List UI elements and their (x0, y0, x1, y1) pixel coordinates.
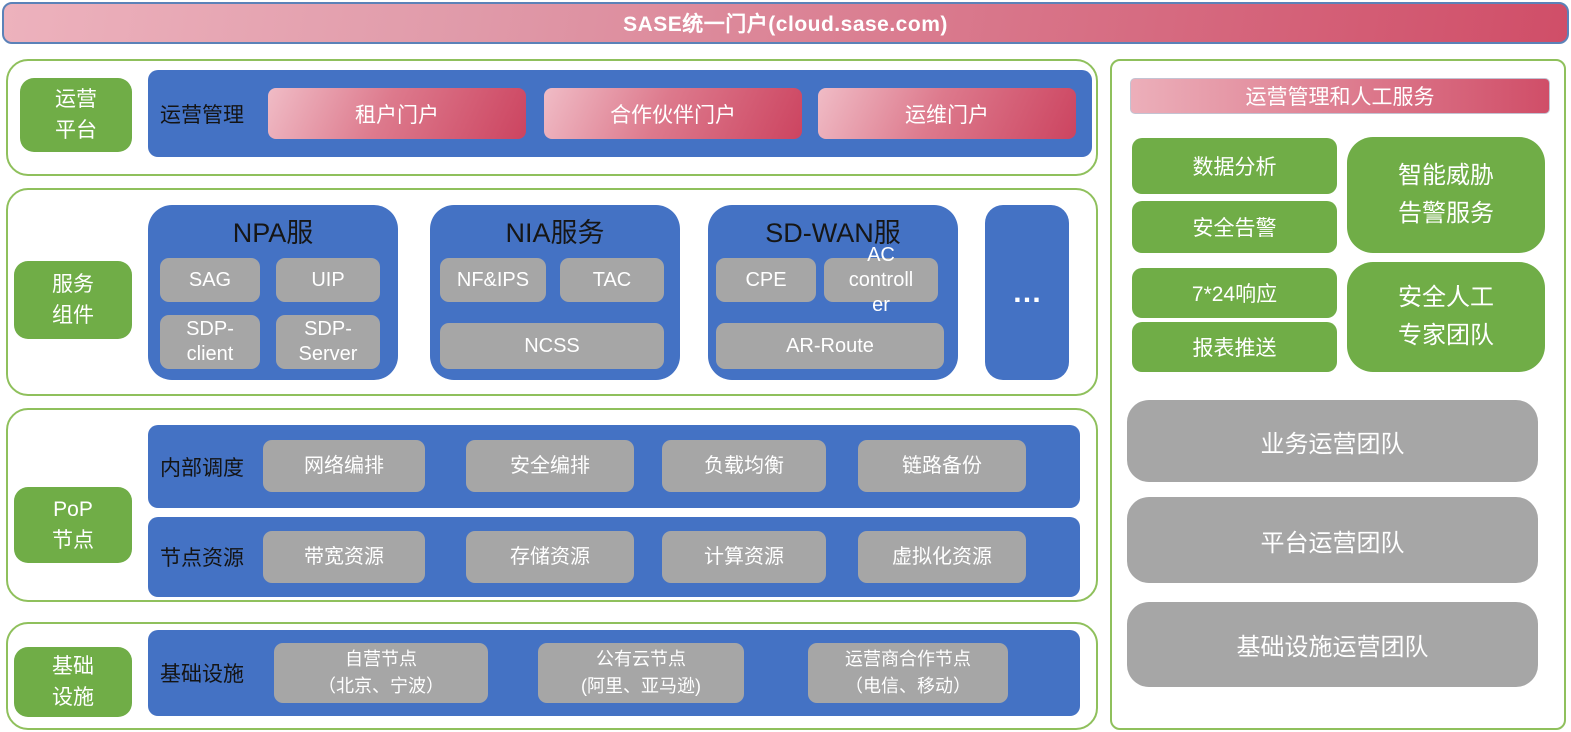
layer-infrastructure: 基础 设施 基础设施 自营节点 （北京、宁波） 公有云节点 (阿里、亚马逊) 运… (6, 622, 1098, 730)
ops-portal-box: 运维门户 (818, 88, 1076, 139)
chip-carrier-partner-nodes: 运营商合作节点 （电信、移动） (808, 643, 1008, 703)
chip-load-balancing: 负载均衡 (662, 440, 826, 492)
chip-compute-resources: 计算资源 (662, 531, 826, 583)
layer-operation-platform: 运营 平台 运营管理 租户门户 合作伙伴门户 运维门户 (6, 59, 1098, 176)
chip-sag: SAG (160, 258, 260, 302)
ops-services-panel: 运营管理和人工服务 数据分析 安全告警 7*24响应 报表推送 智能威胁 告警服… (1110, 59, 1566, 730)
chip-tac: TAC (560, 258, 664, 302)
service-item-report-push: 报表推送 (1132, 322, 1337, 372)
layer-label-pop-nodes: PoP 节点 (14, 487, 132, 563)
chip-ac-controller: AC controll er (824, 258, 938, 302)
node-resources-bar: 节点资源 带宽资源 存储资源 计算资源 虚拟化资源 (148, 517, 1080, 597)
chip-network-orchestration: 网络编排 (263, 440, 425, 492)
team-infrastructure-operations: 基础设施运营团队 (1127, 602, 1538, 687)
card-nia-title: NIA服务 (430, 211, 680, 250)
chip-uip: UIP (276, 258, 380, 302)
layer-label-service-components: 服务 组件 (14, 261, 132, 339)
layer-service-components: 服务 组件 NPA服 SAG UIP SDP- client SDP- Serv… (6, 188, 1098, 396)
team-platform-operations: 平台运营团队 (1127, 497, 1538, 583)
ops-services-header: 运营管理和人工服务 (1130, 78, 1550, 114)
chip-cpe: CPE (716, 258, 816, 302)
chip-ar-route: AR-Route (716, 323, 944, 369)
chip-ncss: NCSS (440, 323, 664, 369)
portal-title-banner: SASE统一门户(cloud.sase.com) (2, 2, 1569, 44)
chip-sdp-server: SDP- Server (276, 315, 380, 369)
infrastructure-bar: 基础设施 自营节点 （北京、宁波） 公有云节点 (阿里、亚马逊) 运营商合作节点… (148, 630, 1080, 716)
team-business-operations: 业务运营团队 (1127, 400, 1538, 482)
card-more-services: … (985, 205, 1069, 380)
operation-management-label: 运营管理 (160, 99, 244, 129)
partner-portal-box: 合作伙伴门户 (544, 88, 802, 139)
layer-pop-nodes: PoP 节点 内部调度 网络编排 安全编排 负载均衡 链路备份 节点资源 带宽资… (6, 408, 1098, 602)
card-nia: NIA服务 NF&IPS TAC NCSS (430, 205, 680, 380)
chip-virtualization-resources: 虚拟化资源 (858, 531, 1026, 583)
service-item-7x24-response: 7*24响应 (1132, 268, 1337, 318)
card-npa: NPA服 SAG UIP SDP- client SDP- Server (148, 205, 398, 380)
chip-sdp-client: SDP- client (160, 315, 260, 369)
chip-bandwidth-resources: 带宽资源 (263, 531, 425, 583)
internal-scheduling-label: 内部调度 (160, 452, 244, 482)
portal-title: SASE统一门户(cloud.sase.com) (623, 8, 948, 38)
chip-security-orchestration: 安全编排 (466, 440, 634, 492)
chip-public-cloud-nodes: 公有云节点 (阿里、亚马逊) (538, 643, 744, 703)
card-sd-wan: SD-WAN服 CPE AC controll er AR-Route (708, 205, 958, 380)
card-sd-wan-title: SD-WAN服 (708, 211, 958, 250)
operation-management-bar: 运营管理 租户门户 合作伙伴门户 运维门户 (148, 70, 1092, 157)
layer-label-operation-platform: 运营 平台 (20, 78, 132, 152)
service-item-security-expert-team: 安全人工 专家团队 (1347, 262, 1545, 372)
card-npa-title: NPA服 (148, 211, 398, 250)
more-services-ellipsis: … (985, 205, 1069, 380)
chip-storage-resources: 存储资源 (466, 531, 634, 583)
node-resources-label: 节点资源 (160, 542, 244, 572)
service-item-security-alerts: 安全告警 (1132, 201, 1337, 253)
tenant-portal-box: 租户门户 (268, 88, 526, 139)
layer-label-infrastructure: 基础 设施 (14, 647, 132, 717)
service-item-intelligent-threat-alert: 智能威胁 告警服务 (1347, 137, 1545, 253)
infrastructure-bar-label: 基础设施 (160, 658, 244, 688)
service-item-data-analysis: 数据分析 (1132, 138, 1337, 194)
chip-link-backup: 链路备份 (858, 440, 1026, 492)
sase-architecture-diagram: SASE统一门户(cloud.sase.com) 运营 平台 运营管理 租户门户… (0, 0, 1571, 732)
chip-self-operated-nodes: 自营节点 （北京、宁波） (274, 643, 488, 703)
chip-nf-ips: NF&IPS (440, 258, 546, 302)
internal-scheduling-bar: 内部调度 网络编排 安全编排 负载均衡 链路备份 (148, 425, 1080, 508)
